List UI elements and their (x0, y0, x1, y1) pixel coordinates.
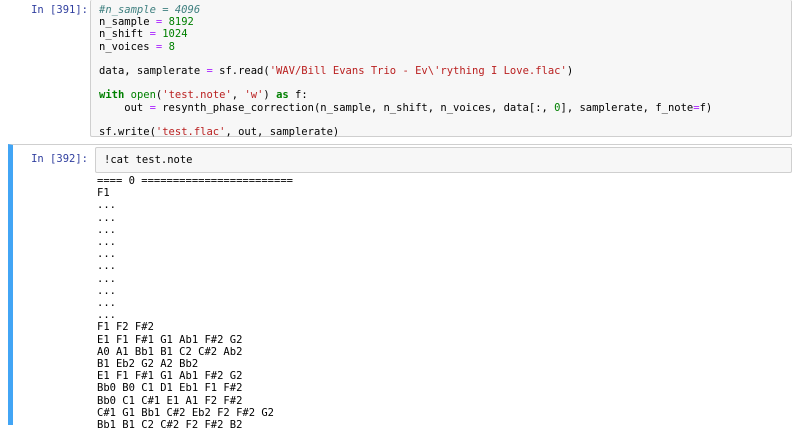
code-line: with open('test.note', 'w') as f: (99, 89, 308, 101)
code-token: f: (288, 89, 308, 102)
code-token: sf.read( (212, 65, 270, 77)
code-line: !cat test.note (104, 154, 193, 166)
code-line: n_shift = 1024 (99, 28, 188, 40)
code-token: !cat test.note (104, 154, 193, 166)
code-token: #n_sample = 4096 (99, 4, 201, 16)
code-line: n_sample = 8192 (99, 16, 194, 28)
output-line: E1 F1 F#1 G1 Ab1 F#2 G2 (97, 370, 243, 383)
code-cell-391[interactable]: In [391]: #n_sample = 4096 n_sample = 819… (8, 0, 792, 138)
output-line: ... (97, 272, 116, 285)
code-token: ) (566, 65, 574, 77)
output-line: C#1 G1 Bb1 C#2 Eb2 F2 F#2 G2 (97, 406, 275, 419)
output-line: B1 Eb2 G2 A2 Bb2 (97, 358, 199, 370)
code-cell-392[interactable]: In [392]: !cat test.note ==== 0 ========… (8, 144, 792, 431)
code-token: 1024 (162, 28, 188, 41)
code-token: ], samplerate, f_note (560, 101, 694, 114)
output-line: ... (97, 260, 116, 273)
code-token: ) (263, 89, 277, 102)
code-token: 'test.note' (162, 89, 232, 102)
output-line: ... (97, 248, 116, 261)
code-line: sf.write('test.flac', out, samplerate) (99, 126, 339, 138)
output-line: ... (97, 199, 116, 212)
output-line: F1 F2 F#2 (97, 321, 154, 334)
output-line: ... (97, 236, 116, 248)
code-token: n_voices (99, 40, 156, 53)
code-token: 8192 (168, 16, 194, 29)
code-line: data, samplerate = sf.read('WAV/Bill Eva… (99, 65, 573, 77)
output-line: Bb0 B0 C1 D1 Eb1 F1 F#2 (97, 382, 243, 395)
code-token: out (99, 101, 150, 114)
output-line: ... (97, 297, 116, 309)
cell-prompt: In [391]: (31, 4, 88, 16)
code-line: #n_sample = 4096 (99, 4, 200, 16)
code-token: , (231, 89, 245, 102)
code-editor[interactable]: !cat test.note (95, 147, 792, 173)
code-token: with (99, 89, 125, 102)
code-token: 'test.flac' (155, 126, 226, 138)
code-token: data, samplerate (99, 65, 207, 77)
code-token: open (130, 89, 156, 102)
code-token: as (276, 89, 289, 102)
output-line: ==== 0 ======================== (97, 175, 293, 187)
code-token: 'WAV/Bill Evans Trio - Ev\'rything I Lov… (269, 65, 567, 77)
output-line: Bb0 C1 C#1 E1 A1 F2 F#2 (97, 394, 243, 407)
cell-prompt: In [392]: (31, 153, 88, 165)
output-line: ... (97, 223, 116, 236)
output-line: Bb1 B1 C2 C#2 F2 F#2 B2 (97, 419, 243, 431)
code-token: 'w' (244, 89, 264, 102)
output-line: ... (97, 211, 116, 224)
code-line: n_voices = 8 (99, 41, 175, 53)
code-token: f) (699, 101, 713, 114)
code-token: n_shift (99, 28, 150, 41)
output-line: ... (97, 284, 116, 297)
code-line: out = resynth_phase_correction(n_sample,… (99, 102, 712, 114)
code-token: 8 (168, 40, 175, 53)
output-line: F1 (97, 187, 110, 200)
code-token: resynth_phase_correction(n_sample, n_shi… (155, 101, 555, 114)
output-line: ... (97, 309, 116, 322)
code-editor[interactable]: #n_sample = 4096 n_sample = 8192 n_shift =… (90, 0, 792, 138)
code-token: sf.write( (99, 126, 156, 138)
output-line: A0 A1 Bb1 B1 C2 C#2 Ab2 (97, 345, 243, 358)
code-token: , out, samplerate) (225, 126, 340, 138)
code-token: n_sample (99, 16, 156, 29)
output-line: E1 F1 F#1 G1 Ab1 F#2 G2 (97, 333, 243, 346)
